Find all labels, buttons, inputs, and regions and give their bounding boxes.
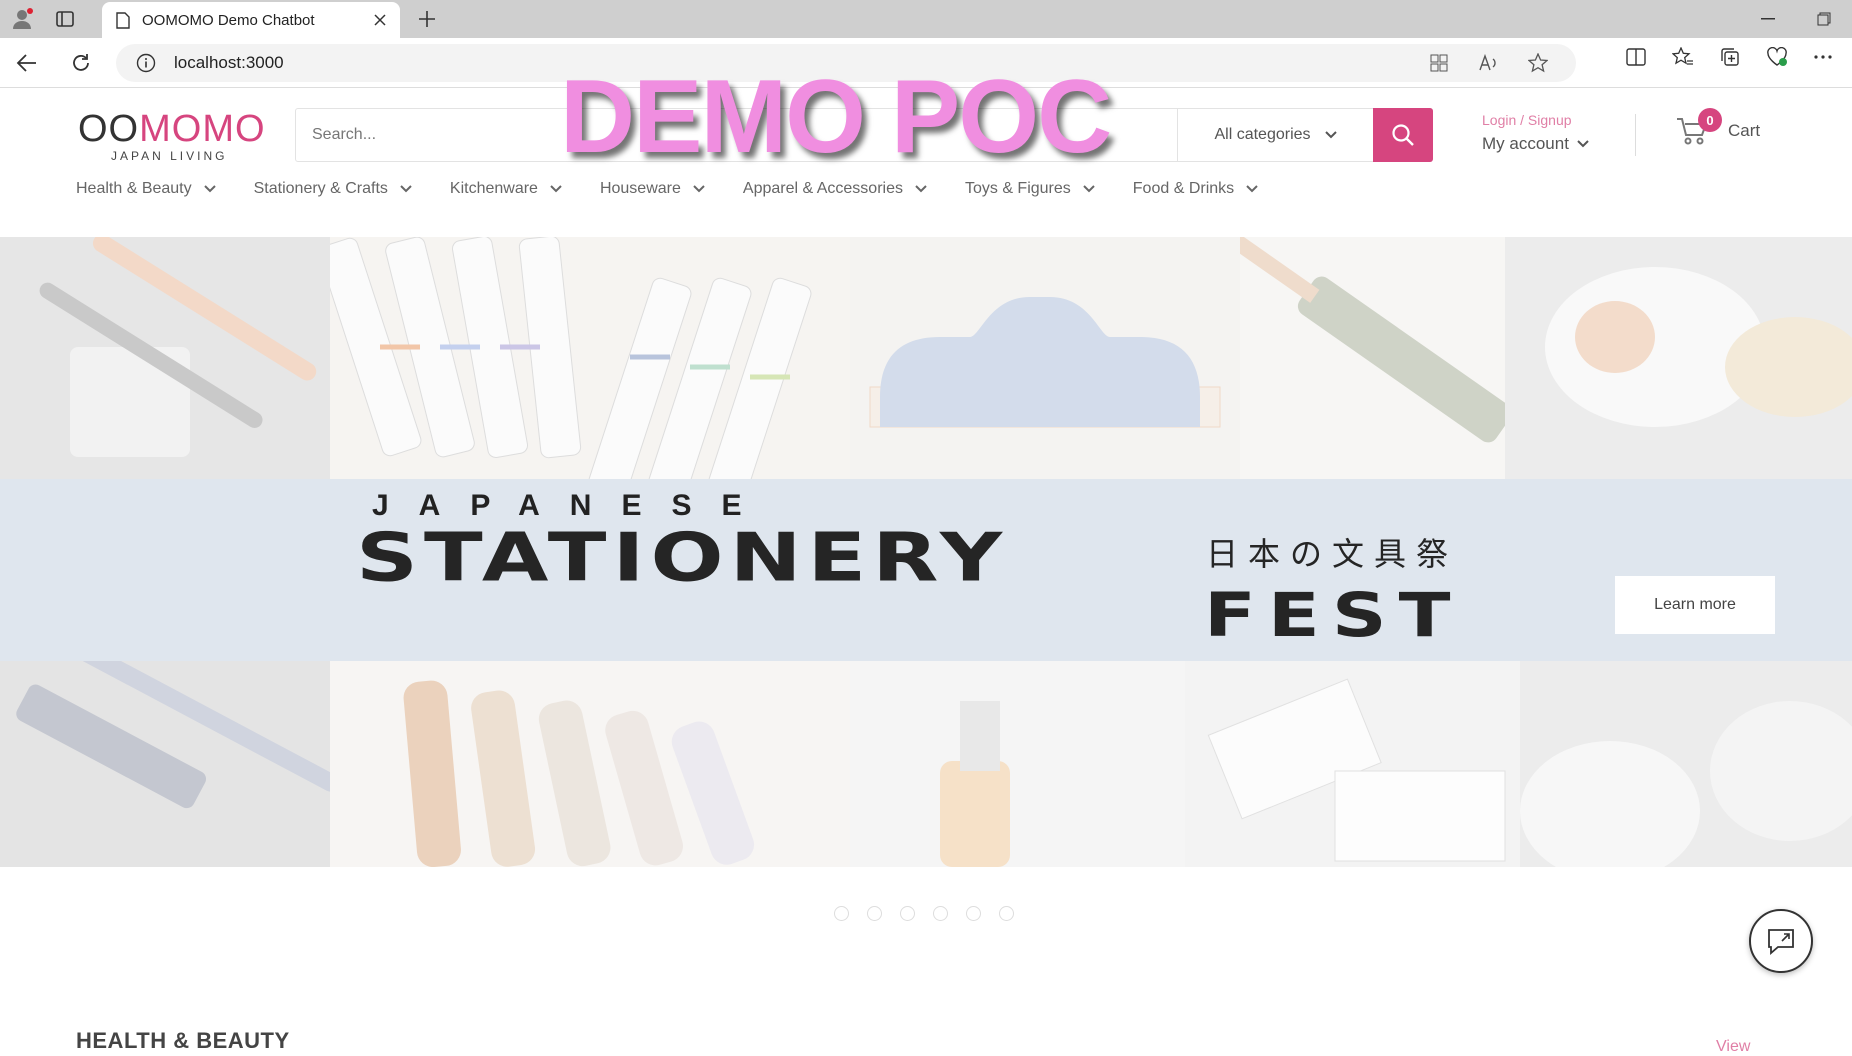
- my-account-label: My account: [1482, 134, 1569, 153]
- tab-title: OOMOMO Demo Chatbot: [142, 11, 315, 29]
- logo-part2: MOMO: [139, 108, 266, 150]
- chevron-down-icon: [400, 185, 412, 193]
- browser-essentials-icon[interactable]: [1766, 47, 1788, 67]
- carousel-dot-4[interactable]: [933, 906, 948, 921]
- carousel-dot-5[interactable]: [966, 906, 981, 921]
- logo-wordmark: OOMOMO: [78, 108, 265, 151]
- chevron-down-icon: [693, 185, 705, 193]
- banner-kicker: JAPANESE: [372, 489, 772, 522]
- nav-item-label: Stationery & Crafts: [253, 180, 388, 197]
- hero-photo-cat-figures: [1505, 237, 1852, 479]
- site-info-icon[interactable]: [136, 53, 156, 73]
- hero-photo-pens-on-stand: [0, 237, 330, 479]
- profile-icon[interactable]: [8, 6, 36, 32]
- minimize-icon[interactable]: [1740, 0, 1796, 38]
- site-logo[interactable]: OOMOMO JAPAN LIVING: [78, 108, 265, 163]
- nav-item-label: Food & Drinks: [1132, 180, 1235, 197]
- chevron-down-icon: [550, 185, 562, 193]
- carousel-dot-1[interactable]: [834, 906, 849, 921]
- app-available-icon[interactable]: [1430, 54, 1448, 72]
- nav-item-houseware[interactable]: Houseware: [600, 180, 705, 198]
- split-screen-icon[interactable]: [1626, 48, 1646, 66]
- category-nav: Health & Beauty Stationery & Crafts Kitc…: [76, 180, 1258, 198]
- nav-item-label: Kitchenware: [449, 180, 538, 197]
- window-controls: [1740, 0, 1852, 38]
- hero-photo-clip-pens: [330, 661, 850, 867]
- login-signup-link[interactable]: Login / Signup: [1482, 112, 1589, 128]
- logo-part1: OO: [78, 108, 140, 150]
- nav-item-label: Toys & Figures: [964, 180, 1071, 197]
- hero-photo-strip-top: [0, 237, 1852, 497]
- hero-photo-stamp: [850, 661, 1185, 867]
- my-account-dropdown[interactable]: My account: [1482, 134, 1589, 154]
- close-tab-icon[interactable]: [374, 14, 386, 26]
- banner-japanese-title: 日本の文具祭: [1206, 535, 1459, 573]
- nav-item-food-drinks[interactable]: Food & Drinks: [1133, 180, 1258, 198]
- url-text: localhost:3000: [174, 53, 284, 72]
- hero-photo-strip-bottom: [0, 631, 1852, 867]
- new-tab-icon[interactable]: [416, 8, 438, 30]
- nav-item-label: Health & Beauty: [76, 180, 192, 197]
- hero-photo-cutter: [1220, 237, 1512, 479]
- carousel-dots: [834, 906, 1014, 921]
- nav-item-label: Houseware: [599, 180, 681, 197]
- stationery-fest-banner: JAPANESE STATIONERY 日本の文具祭 FEST: [0, 479, 1852, 661]
- header-divider: [1635, 114, 1636, 156]
- read-aloud-icon[interactable]: [1478, 54, 1498, 72]
- nav-item-toys-figures[interactable]: Toys & Figures: [965, 180, 1095, 198]
- chevron-down-icon: [1083, 185, 1095, 193]
- browser-tab-active[interactable]: OOMOMO Demo Chatbot: [102, 2, 400, 38]
- hero-photo-grey-pens: [0, 631, 340, 867]
- carousel-dot-6[interactable]: [999, 906, 1014, 921]
- chevron-down-icon: [1246, 185, 1258, 193]
- search-icon: [1391, 123, 1415, 147]
- chatbot-button[interactable]: [1749, 909, 1813, 973]
- browser-toolbar-actions: [1626, 38, 1832, 76]
- hero-photo-pens-deco: [318, 237, 850, 497]
- nav-item-kitchenware[interactable]: Kitchenware: [450, 180, 562, 198]
- learn-more-button[interactable]: Learn more: [1615, 576, 1775, 634]
- hero-banner[interactable]: JAPANESE STATIONERY 日本の文具祭 FEST: [0, 237, 1852, 867]
- hero-photo-blue-stand: [850, 237, 1240, 479]
- logo-subtitle: JAPAN LIVING: [111, 149, 228, 163]
- nav-item-apparel-accessories[interactable]: Apparel & Accessories: [743, 180, 927, 198]
- favorite-star-icon[interactable]: [1528, 53, 1548, 73]
- browser-tab-bar: OOMOMO Demo Chatbot: [0, 0, 1852, 38]
- banner-title: STATIONERY: [356, 519, 1009, 597]
- view-all-link[interactable]: View: [1716, 1038, 1750, 1056]
- section-title-health-beauty: HEALTH & BEAUTY: [76, 1028, 290, 1053]
- collections-icon[interactable]: [1720, 47, 1740, 67]
- more-options-icon[interactable]: [1814, 55, 1832, 59]
- carousel-dot-3[interactable]: [900, 906, 915, 921]
- refresh-icon[interactable]: [68, 50, 94, 76]
- cart-button[interactable]: 0 Cart: [1676, 108, 1761, 146]
- maximize-icon[interactable]: [1796, 0, 1852, 38]
- hero-photo-erasers: [1185, 661, 1520, 867]
- chevron-down-icon: [1577, 140, 1589, 148]
- carousel-dot-2[interactable]: [867, 906, 882, 921]
- website: OOMOMO JAPAN LIVING All categories Login…: [0, 88, 1852, 1055]
- banner-fest: FEST: [1204, 579, 1463, 651]
- cart-label: Cart: [1728, 121, 1761, 140]
- search-button[interactable]: [1373, 108, 1433, 162]
- hero-photo-plush: [1520, 661, 1852, 867]
- chevron-down-icon: [1324, 131, 1337, 139]
- category-select-label: All categories: [1214, 126, 1311, 143]
- tab-actions-icon[interactable]: [54, 8, 76, 30]
- cart-count-badge: 0: [1698, 108, 1722, 132]
- category-select[interactable]: All categories: [1177, 109, 1373, 161]
- demo-watermark: DEMO POC: [560, 59, 1112, 175]
- favorites-icon[interactable]: [1672, 47, 1694, 67]
- nav-item-stationery-crafts[interactable]: Stationery & Crafts: [254, 180, 412, 198]
- back-icon[interactable]: [14, 50, 40, 76]
- chat-icon: [1766, 927, 1796, 955]
- nav-item-health-beauty[interactable]: Health & Beauty: [76, 180, 216, 198]
- account-menu[interactable]: Login / Signup My account: [1482, 112, 1589, 154]
- nav-item-label: Apparel & Accessories: [742, 180, 903, 197]
- chevron-down-icon: [203, 185, 216, 193]
- chevron-down-icon: [915, 185, 927, 193]
- page-icon: [116, 11, 130, 29]
